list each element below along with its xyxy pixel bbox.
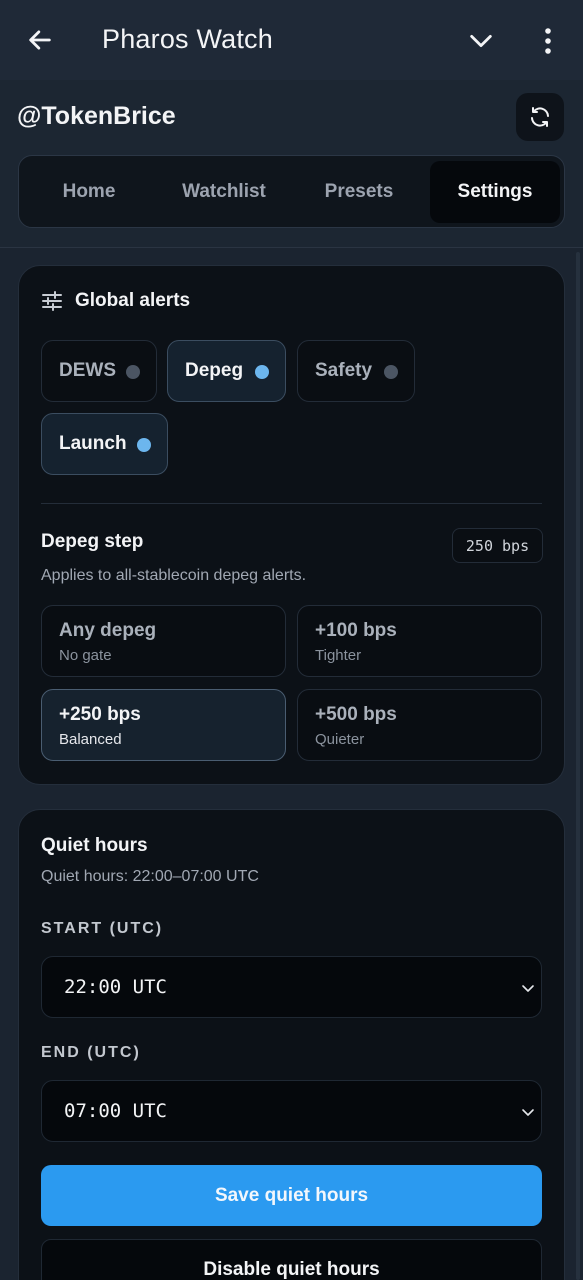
app-title: Pharos Watch [102,24,273,54]
quiet-hours-title: Quiet hours [41,835,148,856]
tab-home[interactable]: Home [25,161,153,223]
quiet-hours-summary: Quiet hours: 22:00–07:00 UTC [41,868,259,885]
alert-chip-depeg[interactable]: Depeg [167,340,286,402]
option-subtitle: No gate [59,647,112,664]
option-title: +250 bps [59,704,141,725]
tab-watchlist[interactable]: Watchlist [157,161,291,223]
back-button[interactable] [22,22,58,58]
account-handle: @TokenBrice [17,102,176,130]
more-options-button[interactable] [530,22,566,60]
more-vertical-icon [545,28,551,54]
disable-quiet-hours-button[interactable]: Disable quiet hours [41,1239,542,1280]
global-alerts-card: Global alerts DEWS Depeg Safety Launch D… [18,265,565,785]
chip-label: Depeg [185,360,244,381]
app-bar: Pharos Watch [0,0,583,80]
depeg-step-title: Depeg step [41,531,144,552]
chevron-down-icon [470,34,492,48]
depeg-option-any[interactable]: Any depeg No gate [41,605,286,677]
option-subtitle: Quieter [315,731,365,748]
save-quiet-hours-button[interactable]: Save quiet hours [41,1165,542,1226]
depeg-step-description: Applies to all-stablecoin depeg alerts. [41,567,307,584]
chip-label: Safety [315,360,373,381]
refresh-icon [531,107,549,127]
nav-tabs: Home Watchlist Presets Settings [18,155,565,228]
alert-chip-dews[interactable]: DEWS [41,340,157,402]
option-title: +500 bps [315,704,397,725]
chevron-down-icon [522,985,534,992]
chip-label: Launch [59,433,127,454]
chip-label: DEWS [59,360,116,381]
alert-chip-safety[interactable]: Safety [297,340,415,402]
scrollbar[interactable] [576,252,580,1280]
status-dot [384,365,398,379]
quiet-hours-card: Quiet hours Quiet hours: 22:00–07:00 UTC… [18,809,565,1280]
start-label: START (UTC) [41,920,164,937]
depeg-option-100[interactable]: +100 bps Tighter [297,605,542,677]
global-alerts-header: Global alerts [41,290,190,312]
option-title: Any depeg [59,620,157,641]
alert-chip-launch[interactable]: Launch [41,413,168,475]
chevron-down-icon [522,1109,534,1116]
status-dot [126,365,140,379]
tab-settings[interactable]: Settings [430,161,560,223]
depeg-option-500[interactable]: +500 bps Quieter [297,689,542,761]
arrow-left-icon [29,30,51,50]
depeg-option-250[interactable]: +250 bps Balanced [41,689,286,761]
dropdown-button[interactable] [462,22,500,60]
divider [41,503,542,504]
status-dot [137,438,151,452]
end-time-select[interactable]: 07:00 UTC [41,1080,542,1142]
end-time-value: 07:00 UTC [64,1100,167,1122]
global-alerts-title: Global alerts [75,290,191,311]
tab-presets[interactable]: Presets [293,161,425,223]
depeg-step-value-badge: 250 bps [452,528,543,563]
sliders-icon [42,291,62,311]
status-dot [255,365,269,379]
end-label: END (UTC) [41,1044,141,1061]
option-subtitle: Tighter [315,647,362,664]
option-title: +100 bps [315,620,397,641]
option-subtitle: Balanced [59,731,122,748]
start-time-value: 22:00 UTC [64,976,167,998]
start-time-select[interactable]: 22:00 UTC [41,956,542,1018]
refresh-button[interactable] [516,93,564,141]
